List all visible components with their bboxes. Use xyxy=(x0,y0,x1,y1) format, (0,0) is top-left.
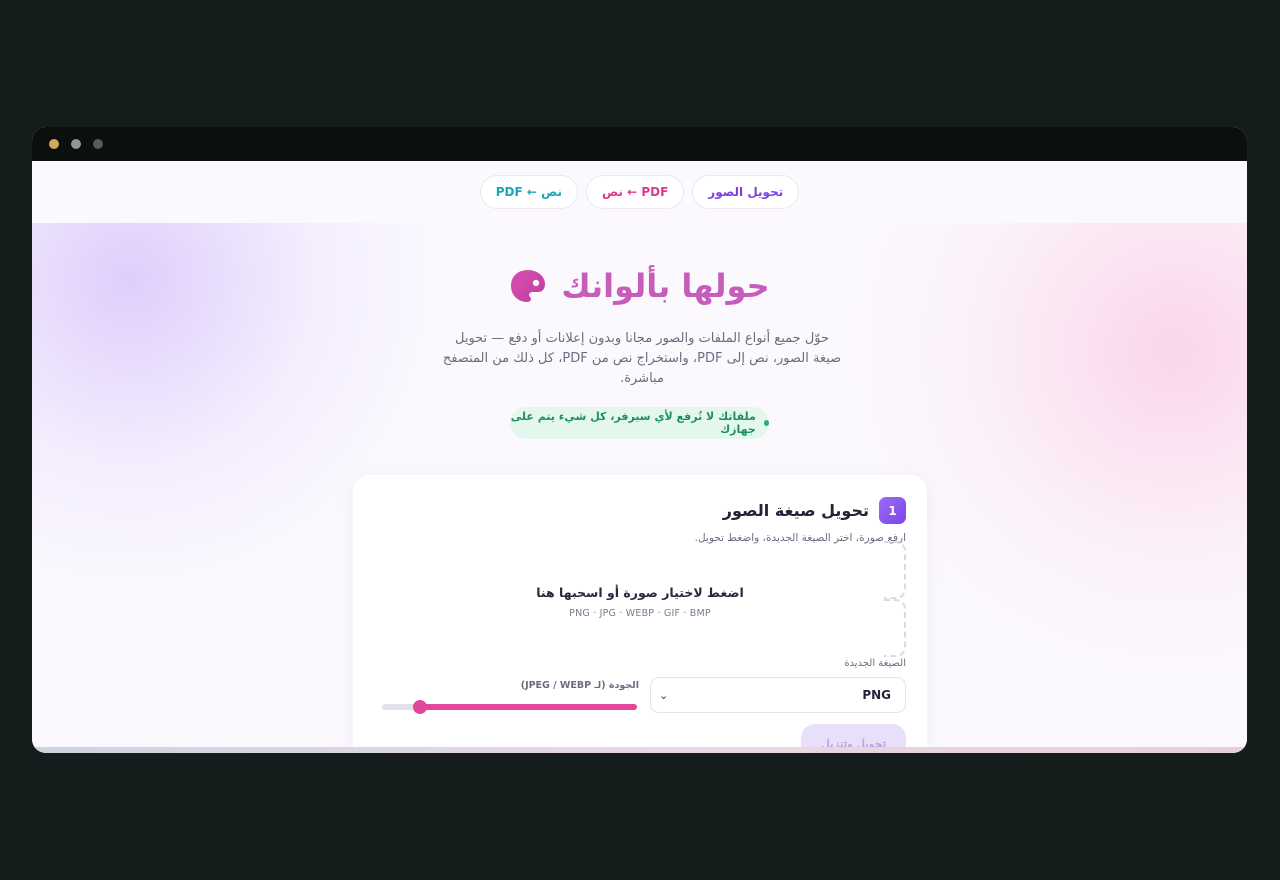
tab-text-to-pdf[interactable]: PDF ← نص xyxy=(479,175,579,209)
format-label: الصيغة الجديدة xyxy=(844,658,906,669)
hero-heading: حولها بألوانك xyxy=(32,267,1247,305)
maximize-window-dot[interactable] xyxy=(93,139,103,149)
tab-pdf-to-text[interactable]: نص ← PDF xyxy=(586,175,685,209)
status-dot-icon xyxy=(763,420,769,426)
close-window-dot[interactable] xyxy=(49,139,59,149)
top-nav: PDF ← نص نص ← PDF تحويل الصور xyxy=(32,161,1247,223)
browser-window: PDF ← نص نص ← PDF تحويل الصور حولها بألو… xyxy=(32,127,1247,753)
card-header: 1 تحويل صيغة الصور xyxy=(723,497,906,524)
bottom-strip xyxy=(32,747,1247,753)
tab-image-convert[interactable]: تحويل الصور xyxy=(692,175,800,209)
chevron-down-icon: ⌄ xyxy=(659,688,669,702)
hero-subtitle: حوّل جميع أنواع الملفات والصور مجانا وبد… xyxy=(442,331,842,386)
window-titlebar xyxy=(32,127,1247,161)
step-badge: 1 xyxy=(879,497,906,524)
quality-slider-fill xyxy=(420,704,637,710)
privacy-badge: ملفاتك لا تُرفع لأي سيرفر، كل شيء يتم عل… xyxy=(510,407,769,439)
quality-slider[interactable] xyxy=(382,700,637,714)
format-selected-value: PNG xyxy=(862,688,891,702)
card-description: ارفع صورة، اختر الصيغة الجديدة، واضغط تح… xyxy=(694,532,906,544)
minimize-window-dot[interactable] xyxy=(71,139,81,149)
format-select[interactable]: ⌄ PNG xyxy=(650,677,906,713)
quality-label: الجودة (لـ JPEG / WEBP) xyxy=(520,680,639,691)
dropzone-formats: PNG · JPG · WEBP · GIF · BMP xyxy=(569,608,711,619)
quality-slider-handle[interactable] xyxy=(413,700,428,714)
card-title: تحويل صيغة الصور xyxy=(722,501,869,520)
palette-icon xyxy=(509,268,547,304)
dropzone-title[interactable]: اضغط لاختيار صورة أو اسحبها هنا xyxy=(353,585,927,600)
page-viewport: PDF ← نص نص ← PDF تحويل الصور حولها بألو… xyxy=(32,161,1247,753)
privacy-text: ملفاتك لا تُرفع لأي سيرفر، كل شيء يتم عل… xyxy=(510,410,756,436)
image-convert-card: 1 تحويل صيغة الصور ارفع صورة، اختر الصيغ… xyxy=(353,475,927,753)
page-title: حولها بألوانك xyxy=(561,267,770,305)
